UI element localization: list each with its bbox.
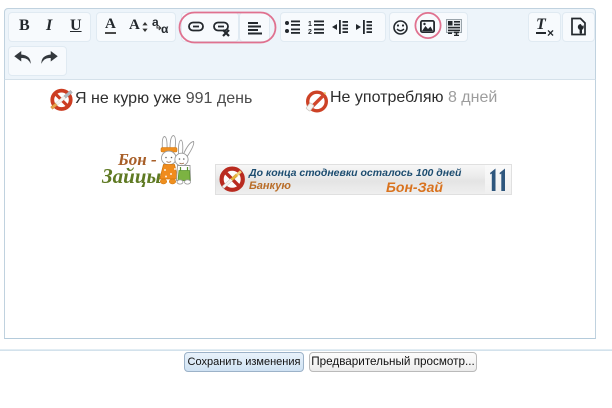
svg-text:Зайцы: Зайцы bbox=[101, 164, 161, 188]
svg-text:1: 1 bbox=[308, 21, 312, 28]
svg-text:2: 2 bbox=[308, 29, 312, 34]
